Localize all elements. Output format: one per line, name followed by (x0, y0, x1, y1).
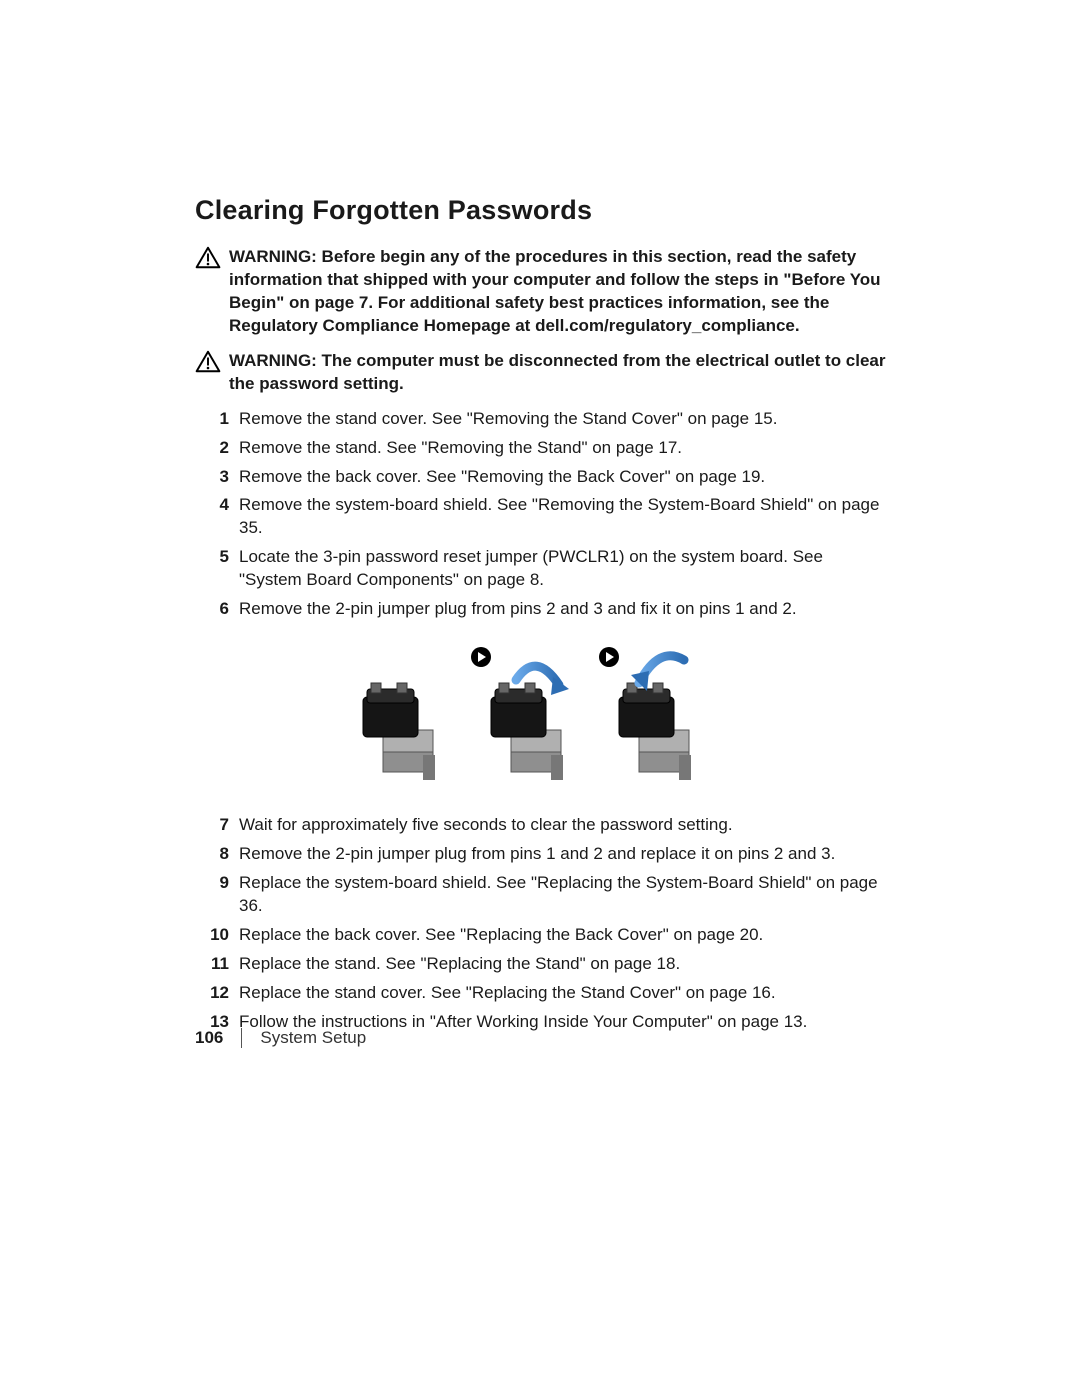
step-text: Replace the back cover. See "Replacing t… (239, 924, 890, 947)
step-item: 10Replace the back cover. See "Replacing… (195, 924, 890, 947)
step-item: 5Locate the 3-pin password reset jumper … (195, 546, 890, 592)
step-number: 3 (195, 466, 239, 489)
step-text: Remove the back cover. See "Removing the… (239, 466, 890, 489)
step-item: 12Replace the stand cover. See "Replacin… (195, 982, 890, 1005)
step-item: 1Remove the stand cover. See "Removing t… (195, 408, 890, 431)
warning-block: WARNING: The computer must be disconnect… (195, 350, 890, 396)
step-item: 7Wait for approximately five seconds to … (195, 814, 890, 837)
step-item: 2Remove the stand. See "Removing the Sta… (195, 437, 890, 460)
step-number: 7 (195, 814, 239, 837)
step-text: Wait for approximately five seconds to c… (239, 814, 890, 837)
jumper-diagram (195, 645, 890, 790)
step-text: Replace the stand. See "Replacing the St… (239, 953, 890, 976)
step-text: Remove the stand. See "Removing the Stan… (239, 437, 890, 460)
step-list-b: 7Wait for approximately five seconds to … (195, 814, 890, 1034)
warning-text: WARNING: Before begin any of the procedu… (229, 246, 890, 338)
page-footer: 106 System Setup (195, 1028, 366, 1048)
step-item: 4Remove the system-board shield. See "Re… (195, 494, 890, 540)
warning-text: WARNING: The computer must be disconnect… (229, 350, 890, 396)
step-number: 6 (195, 598, 239, 621)
step-number: 5 (195, 546, 239, 569)
step-number: 8 (195, 843, 239, 866)
step-number: 1 (195, 408, 239, 431)
step-text: Replace the stand cover. See "Replacing … (239, 982, 890, 1005)
warning-icon (195, 350, 229, 373)
step-list-a: 1Remove the stand cover. See "Removing t… (195, 408, 890, 622)
warning-icon (195, 246, 229, 269)
step-item: 6Remove the 2-pin jumper plug from pins … (195, 598, 890, 621)
step-text: Locate the 3-pin password reset jumper (… (239, 546, 890, 592)
footer-divider (241, 1028, 242, 1048)
warning-block: WARNING: Before begin any of the procedu… (195, 246, 890, 338)
step-number: 2 (195, 437, 239, 460)
step-text: Remove the 2-pin jumper plug from pins 2… (239, 598, 890, 621)
document-page: Clearing Forgotten Passwords WARNING: Be… (0, 0, 1080, 1397)
step-item: 11Replace the stand. See "Replacing the … (195, 953, 890, 976)
page-title: Clearing Forgotten Passwords (195, 195, 890, 226)
footer-section: System Setup (260, 1028, 366, 1048)
step-number: 9 (195, 872, 239, 895)
step-item: 9Replace the system-board shield. See "R… (195, 872, 890, 918)
step-number: 10 (195, 924, 239, 947)
step-item: 3Remove the back cover. See "Removing th… (195, 466, 890, 489)
page-number: 106 (195, 1028, 223, 1048)
step-number: 12 (195, 982, 239, 1005)
step-text: Remove the stand cover. See "Removing th… (239, 408, 890, 431)
step-item: 8Remove the 2-pin jumper plug from pins … (195, 843, 890, 866)
step-number: 4 (195, 494, 239, 517)
step-number: 11 (195, 953, 239, 976)
step-text: Replace the system-board shield. See "Re… (239, 872, 890, 918)
step-text: Remove the system-board shield. See "Rem… (239, 494, 890, 540)
step-text: Remove the 2-pin jumper plug from pins 1… (239, 843, 890, 866)
